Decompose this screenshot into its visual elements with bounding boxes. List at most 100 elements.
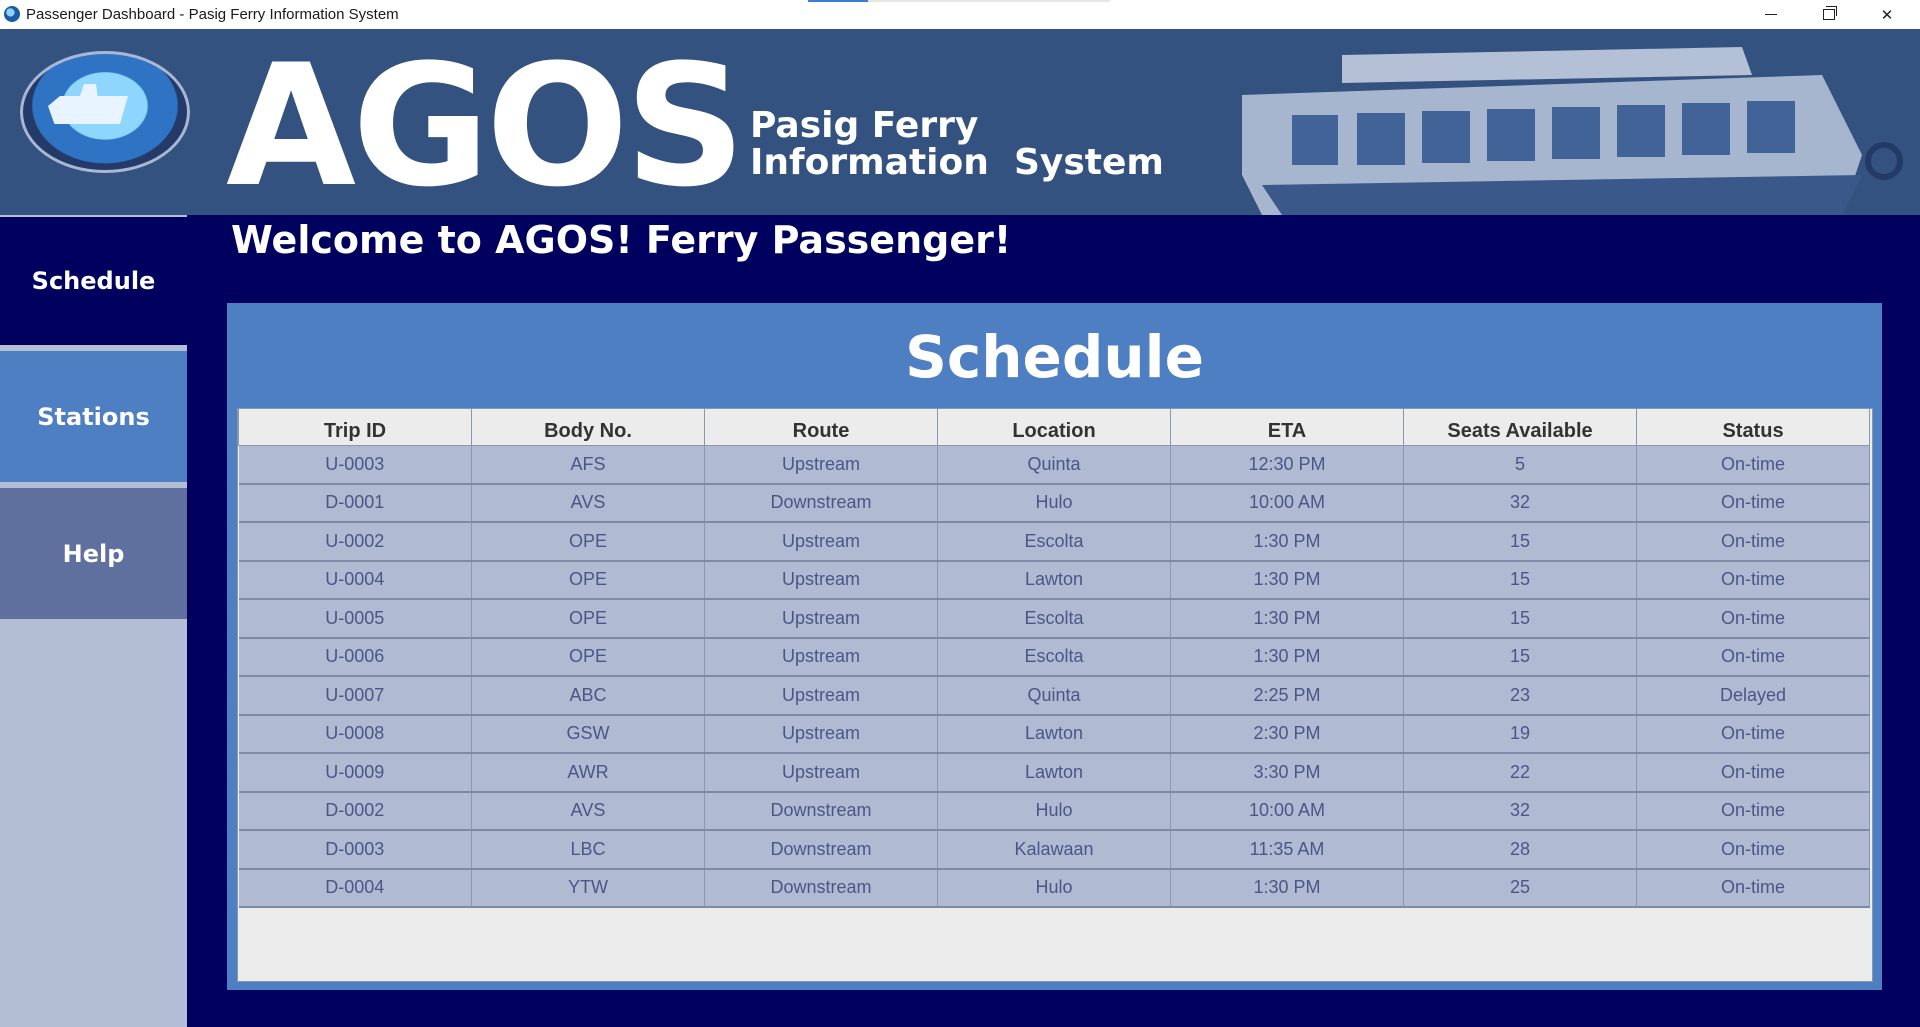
table-row[interactable]: D-0002 AVS Downstream Hulo 10:00 AM 32 On-time: [238, 791, 1870, 831]
cell-location: Hulo: [937, 791, 1171, 831]
cell-seats-available: 32: [1403, 483, 1637, 523]
cell-route: Upstream: [704, 599, 938, 639]
cell-status: On-time: [1636, 868, 1870, 908]
cell-route: Upstream: [704, 753, 938, 793]
window-title: Passenger Dashboard - Pasig Ferry Inform…: [26, 6, 399, 23]
sidebar-item-label: Help: [62, 539, 125, 568]
sidebar-item-schedule[interactable]: Schedule: [0, 217, 187, 345]
cell-status: On-time: [1636, 753, 1870, 793]
cell-body-no: AVS: [471, 483, 705, 523]
column-header-trip-id[interactable]: Trip ID: [238, 409, 472, 446]
cell-route: Upstream: [704, 445, 938, 485]
cell-seats-available: 23: [1403, 676, 1637, 716]
cell-eta: 10:00 AM: [1170, 483, 1404, 523]
column-header-status[interactable]: Status: [1636, 409, 1870, 446]
column-header-label: Trip ID: [323, 419, 387, 442]
cell-seats-available: 19: [1403, 714, 1637, 754]
table-row[interactable]: U-0005 OPE Upstream Escolta 1:30 PM 15 On-time: [238, 599, 1870, 639]
table-row[interactable]: U-0007 ABC Upstream Quinta 2:25 PM 23 Delayed: [238, 676, 1870, 716]
cell-seats-available: 15: [1403, 599, 1637, 639]
cell-route: Downstream: [704, 868, 938, 908]
minimize-button[interactable]: [1742, 0, 1800, 29]
header-banner: AGOS Pasig Ferry Information System: [0, 29, 1920, 215]
column-header-route[interactable]: Route: [704, 409, 938, 446]
cell-status: On-time: [1636, 791, 1870, 831]
brand-title: AGOS: [226, 29, 746, 215]
cell-seats-available: 32: [1403, 791, 1637, 831]
cell-eta: 2:25 PM: [1170, 676, 1404, 716]
cell-seats-available: 15: [1403, 560, 1637, 600]
sidebar-item-stations[interactable]: Stations: [0, 351, 187, 482]
brand-subtitle: Pasig Ferry Information System: [750, 105, 1164, 183]
column-header-location[interactable]: Location: [937, 409, 1171, 446]
cell-trip-id: U-0003: [238, 445, 472, 485]
cell-location: Escolta: [937, 599, 1171, 639]
column-header-label: Seats Available: [1447, 419, 1593, 442]
restore-button[interactable]: [1800, 0, 1858, 29]
cell-body-no: OPE: [471, 637, 705, 677]
cell-location: Hulo: [937, 868, 1171, 908]
app-icon: [4, 6, 20, 22]
cell-seats-available: 28: [1403, 830, 1637, 870]
cell-status: On-time: [1636, 445, 1870, 485]
cell-location: Lawton: [937, 753, 1171, 793]
cell-trip-id: D-0004: [238, 868, 472, 908]
schedule-panel: Schedule Trip ID Body No. Route Location…: [227, 303, 1882, 990]
cell-eta: 10:00 AM: [1170, 791, 1404, 831]
table-row[interactable]: D-0003 LBC Downstream Kalawaan 11:35 AM 28 On-…: [238, 830, 1870, 870]
cell-eta: 3:30 PM: [1170, 753, 1404, 793]
cell-seats-available: 5: [1403, 445, 1637, 485]
column-header-seats-available[interactable]: Seats Available: [1403, 409, 1637, 446]
cell-body-no: ABC: [471, 676, 705, 716]
table-header-row: Trip ID Body No. Route Location ETA Seat…: [238, 409, 1870, 446]
sidebar-item-label: Schedule: [31, 267, 156, 295]
cell-location: Kalawaan: [937, 830, 1171, 870]
table-row[interactable]: D-0001 AVS Downstream Hulo 10:00 AM 32 On-time: [238, 483, 1870, 523]
table-row[interactable]: U-0002 OPE Upstream Escolta 1:30 PM 15 On-time: [238, 522, 1870, 562]
cell-body-no: OPE: [471, 599, 705, 639]
cell-route: Upstream: [704, 676, 938, 716]
cell-status: On-time: [1636, 483, 1870, 523]
cell-eta: 2:30 PM: [1170, 714, 1404, 754]
panel-title: Schedule: [905, 323, 1204, 391]
cell-route: Upstream: [704, 714, 938, 754]
ferry-boat-image: [1242, 47, 1903, 215]
table-row[interactable]: U-0003 AFS Upstream Quinta 12:30 PM 5 On-time: [238, 445, 1870, 485]
cell-status: On-time: [1636, 637, 1870, 677]
cell-status: Delayed: [1636, 676, 1870, 716]
cell-eta: 11:35 AM: [1170, 830, 1404, 870]
column-header-label: ETA: [1267, 419, 1307, 442]
cell-eta: 1:30 PM: [1170, 522, 1404, 562]
window-titlebar: Passenger Dashboard - Pasig Ferry Inform…: [0, 0, 1920, 29]
table-row[interactable]: U-0009 AWR Upstream Lawton 3:30 PM 22 On-time: [238, 753, 1870, 793]
column-header-body-no[interactable]: Body No.: [471, 409, 705, 446]
column-header-label: Route: [792, 419, 850, 442]
cell-body-no: LBC: [471, 830, 705, 870]
cell-seats-available: 15: [1403, 522, 1637, 562]
cell-seats-available: 15: [1403, 637, 1637, 677]
cell-trip-id: U-0002: [238, 522, 472, 562]
cell-trip-id: D-0003: [238, 830, 472, 870]
table-row[interactable]: U-0006 OPE Upstream Escolta 1:30 PM 15 On-time: [238, 637, 1870, 677]
cell-eta: 1:30 PM: [1170, 560, 1404, 600]
schedule-table[interactable]: Trip ID Body No. Route Location ETA Seat…: [237, 408, 1873, 982]
cell-trip-id: D-0001: [238, 483, 472, 523]
cell-trip-id: U-0004: [238, 560, 472, 600]
restore-icon: [1823, 6, 1837, 20]
cell-status: On-time: [1636, 830, 1870, 870]
column-header-eta[interactable]: ETA: [1170, 409, 1404, 446]
cell-body-no: GSW: [471, 714, 705, 754]
table-row[interactable]: D-0004 YTW Downstream Hulo 1:30 PM 25 On-time: [238, 868, 1870, 908]
cell-status: On-time: [1636, 522, 1870, 562]
cell-route: Upstream: [704, 522, 938, 562]
column-header-label: Status: [1722, 419, 1784, 442]
cell-trip-id: D-0002: [238, 791, 472, 831]
table-row[interactable]: U-0004 OPE Upstream Lawton 1:30 PM 15 On-time: [238, 560, 1870, 600]
table-row[interactable]: U-0008 GSW Upstream Lawton 2:30 PM 19 On-time: [238, 714, 1870, 754]
sidebar-item-help[interactable]: Help: [0, 488, 187, 619]
cell-seats-available: 25: [1403, 868, 1637, 908]
titlebar-strip-active: [808, 0, 868, 2]
cell-trip-id: U-0008: [238, 714, 472, 754]
column-header-label: Body No.: [544, 419, 632, 442]
close-button[interactable]: ✕: [1858, 0, 1916, 29]
